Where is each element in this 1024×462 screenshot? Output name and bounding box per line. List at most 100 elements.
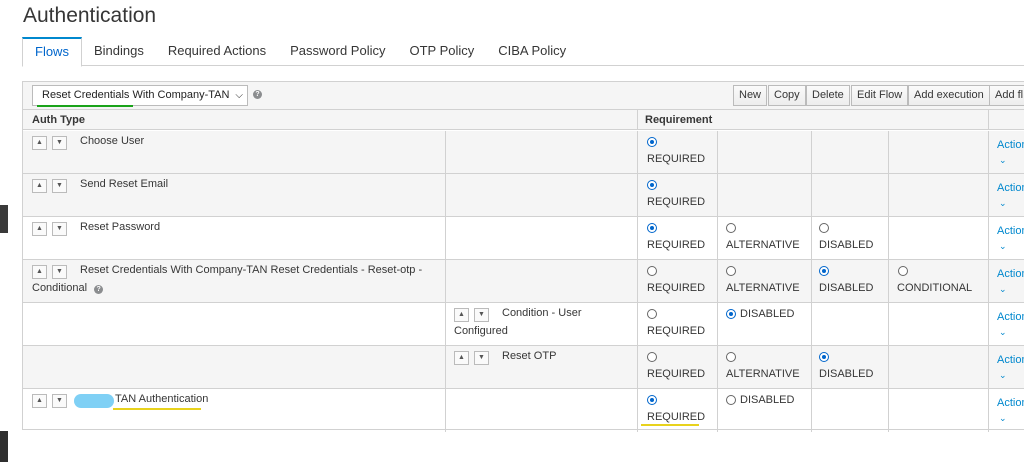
auth-type-label-line2: Configured [454, 325, 508, 337]
move-up-button[interactable]: ▲ [32, 136, 47, 150]
table-row: ▲ ▼ TAN Authentication REQUIRED DISABLED… [23, 389, 1024, 432]
action-dropdown[interactable]: Action [997, 225, 1024, 237]
help-icon[interactable]: ? [94, 285, 104, 294]
radio-disabled[interactable] [819, 266, 829, 276]
table-row: ▲ ▼ Reset Password REQUIRED ALTERNATIVE … [23, 217, 1024, 260]
auth-type-label: Reset OTP [502, 350, 557, 362]
option-label: DISABLED [819, 368, 874, 380]
chevron-down-icon: ⌄ [999, 155, 1007, 165]
option-label: DISABLED [819, 239, 874, 251]
action-dropdown[interactable]: Action [997, 268, 1024, 280]
move-up-button[interactable]: ▲ [32, 222, 47, 236]
radio-required[interactable] [647, 137, 657, 147]
move-down-button[interactable]: ▼ [474, 308, 489, 322]
tab-bar: Flows Bindings Required Actions Password… [22, 37, 1024, 67]
flow-table: Reset Credentials With Company-TAN ⌵ ? N… [22, 81, 1024, 432]
action-dropdown[interactable]: Action [997, 182, 1024, 194]
radio-required[interactable] [647, 309, 657, 319]
radio-required[interactable] [647, 352, 657, 362]
action-dropdown[interactable]: Action [997, 397, 1024, 409]
option-label: REQUIRED [647, 239, 706, 251]
auth-type-label: Reset Credentials With Company-TAN Reset… [80, 264, 423, 276]
radio-required[interactable] [647, 223, 657, 233]
radio-disabled[interactable] [726, 309, 736, 319]
left-edge-mark-bottom [0, 431, 8, 462]
option-label: ALTERNATIVE [726, 282, 800, 294]
tab-ciba-policy[interactable]: CIBA Policy [486, 37, 578, 66]
move-up-button[interactable]: ▲ [32, 394, 47, 408]
option-label: REQUIRED [647, 196, 706, 208]
radio-conditional[interactable] [898, 266, 908, 276]
left-edge-mark [0, 205, 8, 233]
tab-required-actions[interactable]: Required Actions [156, 37, 278, 66]
action-dropdown[interactable]: Action [997, 311, 1024, 323]
auth-type-label: Condition - User [502, 307, 582, 319]
option-label: DISABLED [740, 308, 795, 320]
page-title: Authentication [23, 4, 157, 27]
move-down-button[interactable]: ▼ [52, 179, 67, 193]
new-button[interactable]: New [733, 85, 768, 106]
table-row: ▲ ▼ Reset Credentials With Company-TAN R… [23, 260, 1024, 303]
option-label: DISABLED [819, 282, 874, 294]
edit-flow-button[interactable]: Edit Flow [851, 85, 909, 106]
move-down-button[interactable]: ▼ [52, 222, 67, 236]
flow-select-value: Reset Credentials With Company-TAN [42, 89, 230, 101]
add-flow-button[interactable]: Add fl [989, 85, 1024, 106]
option-label: REQUIRED [647, 368, 706, 380]
radio-alternative[interactable] [726, 352, 736, 362]
help-icon[interactable]: ? [253, 90, 262, 99]
option-label: ALTERNATIVE [726, 368, 800, 380]
toolbar: Reset Credentials With Company-TAN ⌵ ? N… [23, 82, 1024, 110]
option-label: REQUIRED [647, 153, 706, 165]
tab-flows[interactable]: Flows [22, 37, 82, 67]
move-down-button[interactable]: ▼ [52, 265, 67, 279]
green-highlight-underline [37, 105, 133, 107]
move-up-button[interactable]: ▲ [454, 308, 469, 322]
move-down-button[interactable]: ▼ [52, 136, 67, 150]
action-dropdown[interactable]: Action [997, 139, 1024, 151]
delete-button[interactable]: Delete [806, 85, 850, 106]
option-label: REQUIRED [647, 411, 706, 423]
redacted-blur [74, 394, 114, 408]
auth-type-label-line2: Conditional ? [32, 280, 104, 297]
header-requirement: Requirement [645, 114, 713, 126]
radio-alternative[interactable] [726, 223, 736, 233]
column-divider [637, 110, 638, 129]
auth-type-label: Send Reset Email [80, 178, 169, 190]
copy-button[interactable]: Copy [768, 85, 806, 106]
radio-required[interactable] [647, 395, 657, 405]
column-divider [988, 110, 989, 129]
yellow-highlight-underline [113, 408, 201, 410]
tab-bindings[interactable]: Bindings [82, 37, 156, 66]
radio-disabled[interactable] [819, 352, 829, 362]
option-label: REQUIRED [647, 282, 706, 294]
header-auth-type: Auth Type [32, 114, 85, 126]
move-up-button[interactable]: ▲ [454, 351, 469, 365]
option-label: CONDITIONAL [897, 282, 973, 294]
move-down-button[interactable]: ▼ [474, 351, 489, 365]
add-execution-button[interactable]: Add execution [908, 85, 990, 106]
flow-select[interactable]: Reset Credentials With Company-TAN ⌵ [32, 85, 248, 107]
move-up-button[interactable]: ▲ [32, 265, 47, 279]
radio-required[interactable] [647, 180, 657, 190]
option-label: DISABLED [740, 394, 795, 406]
option-label: ALTERNATIVE [726, 239, 800, 251]
table-row: ▲ ▼ Condition - User Configured REQUIRED… [23, 303, 1024, 346]
table-row: ▲ ▼ Reset OTP REQUIRED ALTERNATIVE DISAB… [23, 346, 1024, 389]
radio-disabled[interactable] [726, 395, 736, 405]
chevron-down-icon: ⌄ [999, 198, 1007, 208]
radio-alternative[interactable] [726, 266, 736, 276]
radio-disabled[interactable] [819, 223, 829, 233]
auth-type-label: Choose User [80, 135, 145, 147]
chevron-down-icon: ⌄ [999, 370, 1007, 380]
tab-password-policy[interactable]: Password Policy [278, 37, 397, 66]
move-up-button[interactable]: ▲ [32, 179, 47, 193]
auth-type-label: Reset Password [80, 221, 161, 233]
radio-required[interactable] [647, 266, 657, 276]
table-header: Auth Type Requirement [23, 110, 1024, 130]
chevron-down-icon: ⌄ [999, 284, 1007, 294]
action-dropdown[interactable]: Action [997, 354, 1024, 366]
option-label: REQUIRED [647, 325, 706, 337]
move-down-button[interactable]: ▼ [52, 394, 67, 408]
tab-otp-policy[interactable]: OTP Policy [397, 37, 486, 66]
